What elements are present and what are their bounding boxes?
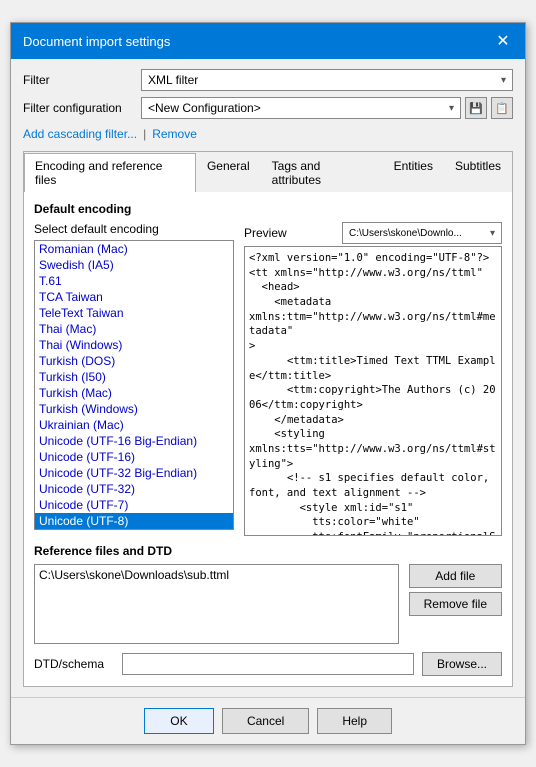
filter-value: XML filter (148, 73, 198, 87)
filter-row: Filter XML filter ▾ (23, 69, 513, 91)
encoding-listbox[interactable]: Nordic (DOS)Norwegian (IA5)OEM CyrillicO… (34, 240, 234, 530)
remove-link[interactable]: Remove (152, 127, 197, 141)
chevron-down-icon: ▾ (501, 75, 506, 86)
list-item[interactable]: Unicode (UTF-16 Big-Endian) (35, 433, 233, 449)
title-bar: Document import settings ✕ (11, 23, 525, 59)
default-encoding-label: Default encoding (34, 202, 502, 216)
copy-config-button[interactable]: 📋 (491, 97, 513, 119)
tab-entities[interactable]: Entities (383, 153, 444, 192)
tab-content-encoding: Default encoding Select default encoding… (24, 192, 512, 686)
encoding-list-wrap: Select default encoding Nordic (DOS)Norw… (34, 222, 234, 530)
dtd-input[interactable] (122, 653, 414, 675)
ref-files-label: Reference files and DTD (34, 544, 502, 558)
filter-config-control-wrap: <New Configuration> ▾ 💾 📋 (141, 97, 513, 119)
preview-text-area: <?xml version="1.0" encoding="UTF-8"?> <… (244, 246, 502, 536)
filter-combo[interactable]: XML filter ▾ (141, 69, 513, 91)
save-config-button[interactable]: 💾 (465, 97, 487, 119)
chevron-down-icon-2: ▾ (449, 103, 454, 114)
reference-files-section: Reference files and DTD C:\Users\skone\D… (34, 544, 502, 644)
list-item[interactable]: TCA Taiwan (35, 289, 233, 305)
preview-header: Preview C:\Users\skone\Downlo... ▾ (244, 222, 502, 244)
filter-label: Filter (23, 73, 133, 87)
tab-general[interactable]: General (196, 153, 261, 192)
list-item[interactable]: Turkish (Windows) (35, 401, 233, 417)
filter-config-label: Filter configuration (23, 101, 133, 115)
links-row: Add cascading filter... | Remove (23, 125, 513, 143)
filter-config-combo[interactable]: <New Configuration> ▾ (141, 97, 461, 119)
list-item[interactable]: Thai (Mac) (35, 321, 233, 337)
remove-file-button[interactable]: Remove file (409, 592, 502, 616)
ok-button[interactable]: OK (144, 708, 214, 734)
tab-subtitles[interactable]: Subtitles (444, 153, 512, 192)
default-encoding-section: Default encoding Select default encoding… (34, 202, 502, 536)
document-import-dialog: Document import settings ✕ Filter XML fi… (10, 22, 526, 745)
list-item[interactable]: Romanian (Mac) (35, 241, 233, 257)
encoding-row: Select default encoding Nordic (DOS)Norw… (34, 222, 502, 536)
cancel-button[interactable]: Cancel (222, 708, 309, 734)
ref-files-list[interactable]: C:\Users\skone\Downloads\sub.ttml (34, 564, 399, 644)
list-item[interactable]: Turkish (DOS) (35, 353, 233, 369)
list-item[interactable]: Unicode (UTF-32) (35, 481, 233, 497)
list-item[interactable]: Ukrainian (Mac) (35, 417, 233, 433)
filter-config-row: Filter configuration <New Configuration>… (23, 97, 513, 119)
dialog-body: Filter XML filter ▾ Filter configuration… (11, 59, 525, 697)
ref-row: C:\Users\skone\Downloads\sub.ttml Add fi… (34, 564, 502, 644)
copy-icon: 📋 (495, 102, 509, 115)
list-item[interactable]: Unicode (UTF-8) (35, 513, 233, 529)
preview-label: Preview (244, 226, 287, 240)
tab-encoding[interactable]: Encoding and reference files (24, 153, 196, 192)
tab-bar: Encoding and reference files General Tag… (24, 152, 512, 192)
ref-buttons: Add file Remove file (409, 564, 502, 644)
list-item[interactable]: T.61 (35, 273, 233, 289)
list-item[interactable]: C:\Users\skone\Downloads\sub.ttml (37, 567, 396, 583)
filter-control-wrap: XML filter ▾ (141, 69, 513, 91)
filter-config-value: <New Configuration> (148, 101, 261, 115)
list-item[interactable]: Unicode (UTF-16) (35, 449, 233, 465)
dialog-footer: OK Cancel Help (11, 697, 525, 744)
add-cascading-link[interactable]: Add cascading filter... (23, 127, 137, 141)
close-button[interactable]: ✕ (493, 31, 513, 51)
help-button[interactable]: Help (317, 708, 392, 734)
preview-path-combo[interactable]: C:\Users\skone\Downlo... ▾ (342, 222, 502, 244)
tab-panel: Encoding and reference files General Tag… (23, 151, 513, 687)
list-item[interactable]: Unicode (UTF-7) (35, 497, 233, 513)
add-file-button[interactable]: Add file (409, 564, 502, 588)
preview-wrap: Preview C:\Users\skone\Downlo... ▾ <?xml… (244, 222, 502, 536)
tab-tags[interactable]: Tags and attributes (261, 153, 383, 192)
links-separator: | (143, 127, 146, 141)
dtd-label: DTD/schema (34, 657, 114, 671)
select-encoding-label: Select default encoding (34, 222, 234, 236)
list-item[interactable]: TeleText Taiwan (35, 305, 233, 321)
list-item[interactable]: Swedish (IA5) (35, 257, 233, 273)
save-icon: 💾 (469, 102, 483, 115)
list-item[interactable]: Turkish (Mac) (35, 385, 233, 401)
dtd-row: DTD/schema Browse... (34, 652, 502, 676)
chevron-down-icon-3: ▾ (490, 228, 495, 239)
list-item[interactable]: Thai (Windows) (35, 337, 233, 353)
list-item[interactable]: Turkish (I50) (35, 369, 233, 385)
browse-button[interactable]: Browse... (422, 652, 502, 676)
dialog-title: Document import settings (23, 34, 170, 49)
preview-path-value: C:\Users\skone\Downlo... (349, 228, 462, 239)
list-item[interactable]: Unicode (UTF-32 Big-Endian) (35, 465, 233, 481)
